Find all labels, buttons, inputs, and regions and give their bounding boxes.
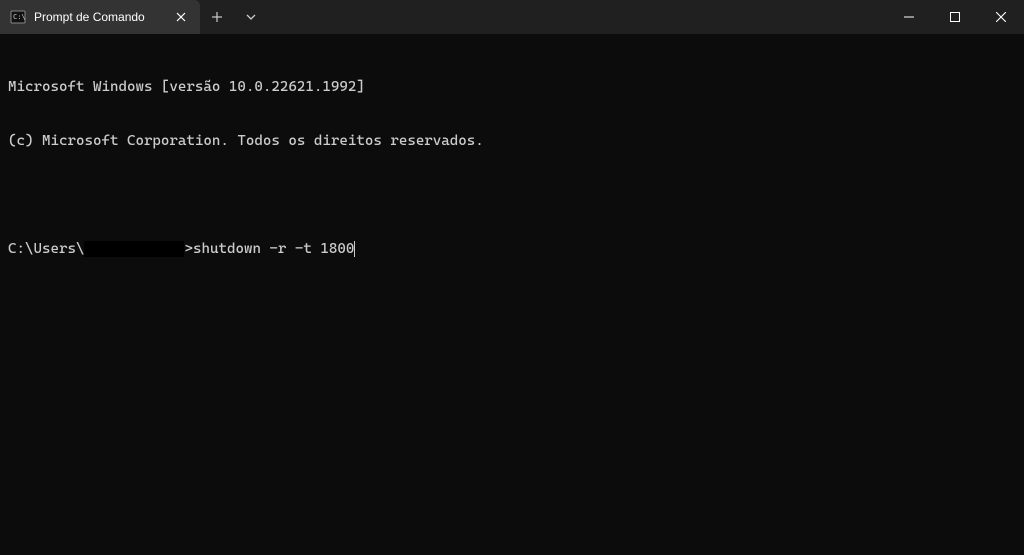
prompt-prefix: C:\Users\	[8, 240, 84, 258]
output-line-version: Microsoft Windows [versão 10.0.22621.199…	[8, 78, 1016, 96]
cmd-icon: C:\	[10, 9, 26, 25]
minimize-button[interactable]	[886, 0, 932, 34]
svg-text:C:\: C:\	[13, 13, 26, 21]
tab-close-button[interactable]	[172, 8, 190, 26]
maximize-button[interactable]	[932, 0, 978, 34]
tab-dropdown-button[interactable]	[234, 0, 268, 34]
titlebar-drag-area[interactable]	[268, 0, 886, 34]
new-tab-button[interactable]	[200, 0, 234, 34]
text-cursor	[354, 241, 355, 257]
prompt-line: C:\Users\ >shutdown -r -t 1800	[8, 240, 1016, 258]
close-window-button[interactable]	[978, 0, 1024, 34]
output-line-copyright: (c) Microsoft Corporation. Todos os dire…	[8, 132, 1016, 150]
tab-title: Prompt de Comando	[34, 10, 164, 24]
titlebar: C:\ Prompt de Comando	[0, 0, 1024, 34]
window-controls	[886, 0, 1024, 34]
command-input[interactable]: shutdown -r -t 1800	[193, 240, 354, 258]
prompt-suffix: >	[184, 240, 193, 258]
terminal-window: C:\ Prompt de Comando	[0, 0, 1024, 555]
tab-cmd[interactable]: C:\ Prompt de Comando	[0, 0, 200, 34]
terminal-body[interactable]: Microsoft Windows [versão 10.0.22621.199…	[0, 34, 1024, 555]
output-blank	[8, 186, 1016, 204]
prompt-user-redacted	[84, 241, 184, 257]
tab-actions	[200, 0, 268, 34]
